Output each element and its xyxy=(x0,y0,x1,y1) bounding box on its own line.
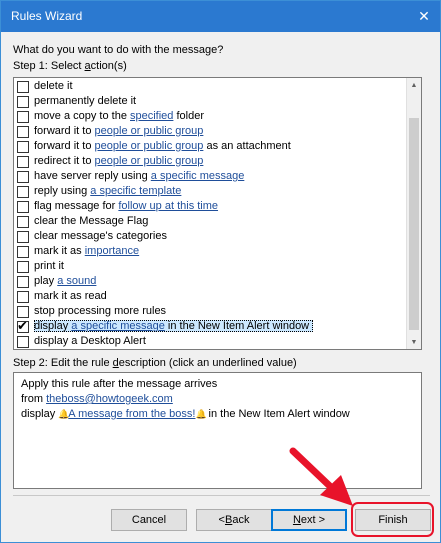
rules-wizard-dialog: Rules Wizard ✕ What do you want to do wi… xyxy=(0,0,441,543)
pointer-arrow-annotation xyxy=(289,447,353,506)
arrow-shaft xyxy=(289,447,339,495)
